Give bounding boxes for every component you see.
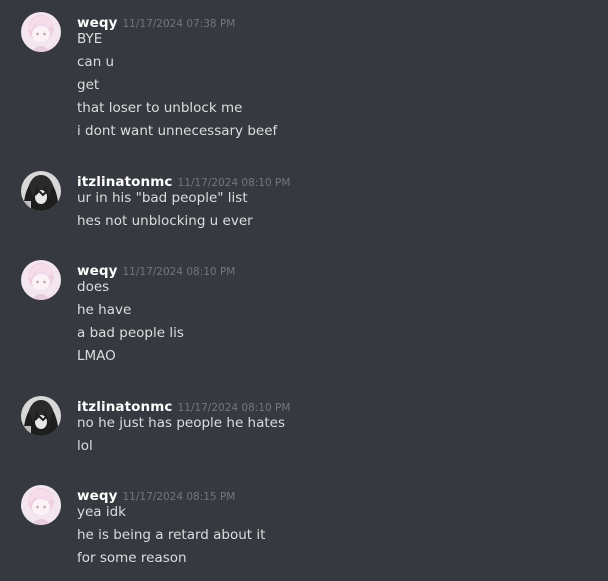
message-line: BYE — [77, 31, 103, 47]
chat-message-list: weqy 11/17/2024 07:38 PM BYE can u get th… — [0, 0, 608, 581]
dark-anime-avatar-icon[interactable] — [21, 171, 61, 211]
message-line: yea idk — [77, 504, 126, 520]
message-line: for some reason — [77, 550, 187, 566]
message-line: lol — [77, 438, 93, 454]
message-line: that loser to unblock me — [77, 100, 243, 116]
message-body: ur in his "bad people" list hes not unbl… — [77, 187, 253, 233]
message-body: no he just has people he hates lol — [77, 412, 285, 458]
message-line: a bad people lis — [77, 325, 184, 341]
message-line: does — [77, 279, 110, 295]
message-body: BYE can u get that loser to unblock me i… — [77, 28, 277, 143]
dark-anime-avatar-icon[interactable] — [21, 396, 61, 436]
message-body: does he have a bad people lis LMAO — [77, 276, 184, 368]
message-line: hes not unblocking u ever — [77, 213, 253, 229]
pink-anime-avatar-icon[interactable] — [21, 260, 61, 300]
pink-anime-avatar-icon[interactable] — [21, 485, 61, 525]
message-line: LMAO — [77, 348, 116, 364]
message-line: get — [77, 77, 100, 93]
message-line: can u — [77, 54, 115, 70]
message-body: yea idk he is being a retard about it fo… — [77, 501, 265, 570]
message-line: he is being a retard about it — [77, 527, 266, 543]
message-line: ur in his "bad people" list — [77, 190, 248, 206]
message-line: i dont want unnecessary beef — [77, 123, 278, 139]
message-line: no he just has people he hates — [77, 415, 286, 431]
message-line: he have — [77, 302, 132, 318]
pink-anime-avatar-icon[interactable] — [21, 12, 61, 52]
